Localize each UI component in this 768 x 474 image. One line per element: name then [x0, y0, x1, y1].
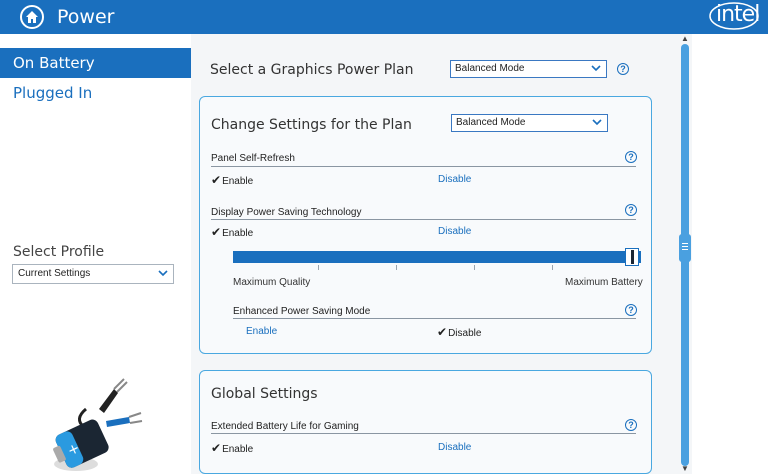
eblg-disable-option[interactable]: Disable: [438, 442, 471, 453]
epsm-disable-label: Disable: [448, 328, 482, 339]
checkmark-icon: ✔: [437, 325, 448, 339]
sidebar: On Battery Plugged In Select Profile Cur…: [0, 34, 191, 474]
eblg-enable-option[interactable]: ✔Enable: [211, 441, 253, 455]
sidebar-item-plugged-in[interactable]: Plugged In: [0, 78, 191, 108]
brand-text: intel: [716, 2, 760, 27]
dpst-label: Display Power Saving Technology: [211, 207, 362, 218]
panel-self-refresh-label: Panel Self-Refresh: [211, 153, 295, 164]
mode-dropdown[interactable]: Balanced Mode: [451, 114, 608, 132]
slider-tick: [396, 265, 397, 270]
mode-dropdown-value: Balanced Mode: [456, 117, 526, 128]
slider-tick: [318, 265, 319, 270]
eblg-enable-label: Enable: [222, 444, 254, 455]
help-icon[interactable]: ?: [625, 151, 637, 163]
plan-settings-card: Change Settings for the Plan Balanced Mo…: [199, 96, 652, 354]
dpst-disable-option[interactable]: Disable: [438, 226, 471, 237]
chevron-down-icon: [591, 65, 601, 72]
divider: [211, 433, 636, 434]
slider-min-label: Maximum Quality: [233, 277, 311, 288]
chevron-down-icon: [158, 270, 168, 277]
sidebar-item-on-battery[interactable]: On Battery: [0, 48, 191, 78]
profile-select[interactable]: Current Settings: [12, 264, 174, 284]
epsm-label: Enhanced Power Saving Mode: [233, 306, 371, 317]
divider: [211, 219, 636, 220]
help-icon[interactable]: ?: [625, 204, 637, 216]
plan-dropdown-value: Balanced Mode: [455, 63, 525, 74]
psr-enable-label: Enable: [222, 176, 254, 187]
battery-plug-illustration: +: [44, 369, 144, 474]
psr-disable-option[interactable]: Disable: [438, 174, 471, 185]
profile-label: Select Profile: [13, 244, 105, 260]
psr-enable-option[interactable]: ✔Enable: [211, 173, 253, 187]
plan-card-title: Change Settings for the Plan: [211, 117, 412, 133]
right-pane: [692, 34, 768, 474]
slider-handle[interactable]: [625, 248, 639, 266]
epsm-disable-option[interactable]: ✔Disable: [437, 325, 481, 339]
scroll-thumb[interactable]: [679, 234, 691, 262]
divider: [211, 166, 636, 167]
scroll-up-arrow-icon[interactable]: ▲: [681, 34, 689, 43]
help-icon[interactable]: ?: [625, 304, 637, 316]
checkmark-icon: ✔: [211, 441, 222, 455]
home-icon[interactable]: [20, 5, 44, 29]
slider-max-label: Maximum Battery: [565, 277, 643, 288]
help-icon[interactable]: ?: [617, 63, 629, 75]
checkmark-icon: ✔: [211, 225, 222, 239]
checkmark-icon: ✔: [211, 173, 222, 187]
main-content: Select a Graphics Power Plan Balanced Mo…: [191, 34, 670, 474]
dpst-level-slider[interactable]: [233, 251, 641, 263]
dpst-enable-option[interactable]: ✔Enable: [211, 225, 253, 239]
plan-label: Select a Graphics Power Plan: [210, 62, 414, 78]
global-settings-card: Global Settings Extended Battery Life fo…: [199, 370, 652, 474]
chevron-down-icon: [592, 119, 602, 126]
epsm-enable-option[interactable]: Enable: [246, 326, 277, 337]
app-header: Power intel: [0, 0, 768, 34]
global-card-title: Global Settings: [211, 386, 318, 402]
plan-dropdown[interactable]: Balanced Mode: [450, 60, 607, 78]
scroll-down-arrow-icon[interactable]: ▼: [681, 464, 689, 473]
divider: [233, 318, 636, 319]
help-icon[interactable]: ?: [625, 419, 637, 431]
profile-select-value: Current Settings: [18, 268, 91, 279]
slider-tick: [474, 265, 475, 270]
eblg-label: Extended Battery Life for Gaming: [211, 421, 359, 432]
page-title: Power: [57, 6, 115, 28]
main-scrollbar[interactable]: ▲ ▼: [678, 34, 692, 474]
intel-logo: intel: [708, 1, 760, 31]
dpst-enable-label: Enable: [222, 228, 254, 239]
slider-tick: [552, 265, 553, 270]
